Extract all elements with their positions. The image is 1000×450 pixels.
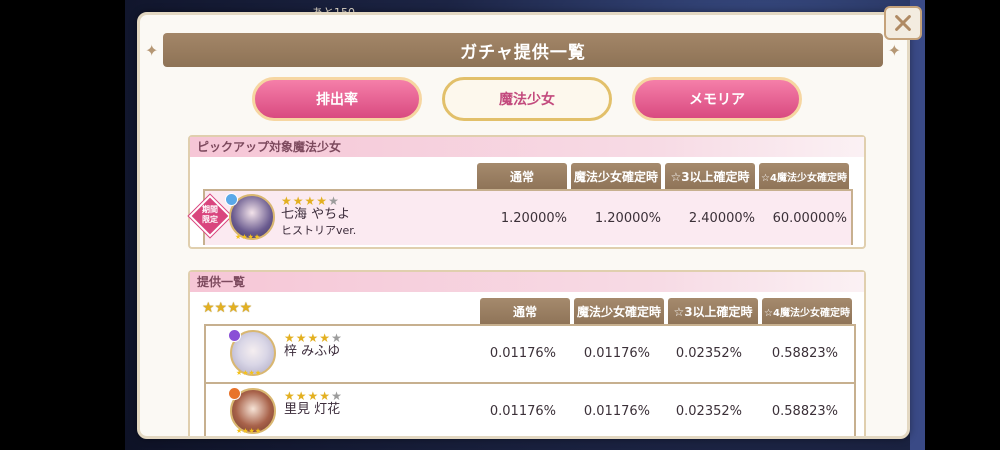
section-title: 提供一覧 — [190, 272, 864, 292]
close-x-icon — [895, 15, 911, 31]
column-header-3star-guaranteed: ☆3以上確定時 — [668, 298, 758, 324]
rate-4star-girl-guaranteed: 0.58823% — [771, 346, 838, 361]
rate-girl-guaranteed: 0.01176% — [583, 404, 650, 419]
column-header-3star-guaranteed: ☆3以上確定時 — [665, 163, 755, 189]
rate-3star-guaranteed: 2.40000% — [688, 211, 755, 226]
rate-3star-guaranteed: 0.02352% — [675, 404, 742, 419]
rarity-group-label: ★★★★ — [202, 300, 253, 316]
column-header-4star-girl-guaranteed: ☆4魔法少女確定時 — [762, 298, 852, 324]
column-header-normal: 通常 — [477, 163, 567, 189]
star-icon: ★ — [307, 389, 319, 403]
tab-rates[interactable]: 排出率 — [252, 77, 422, 121]
rarity-mini-stars: ★★★★ — [236, 427, 262, 435]
rarity-stars: ★ ★ ★ ★ ★ — [284, 332, 342, 344]
pickup-column-headers: 通常 魔法少女確定時 ☆3以上確定時 ☆4魔法少女確定時 — [477, 163, 849, 189]
rate-normal: 0.01176% — [489, 404, 556, 419]
ornament-icon: ✦ — [145, 41, 159, 60]
table-row[interactable]: ★★★★ ★ ★ ★ ★ ★ 梓 みふゆ 0.01176% 0.01176% 0.023… — [204, 324, 856, 382]
rarity-mini-stars: ★★★★ — [235, 233, 261, 241]
gacha-rates-panel: ✦ ガチャ提供一覧 ✦ 排出率 魔法少女 メモリア ピックアップ対象魔法少女 通… — [137, 12, 910, 439]
table-row[interactable]: 期間 限定 ★★★★ ★ ★ ★ ★ ★ 七海 やちよ ヒストリアver. 1.20000… — [188, 189, 853, 245]
star-icon: ★ — [295, 331, 307, 345]
star-icon: ★ — [316, 194, 328, 208]
star-icon: ★ — [304, 194, 316, 208]
table-row[interactable]: ★★★★ ★ ★ ★ ★ ★ 里見 灯花 0.01176% 0.01176% 0.023… — [204, 382, 856, 436]
limited-badge-text: 期間 限定 — [202, 205, 218, 224]
star-icon: ★ — [295, 389, 307, 403]
listing-column-headers: 通常 魔法少女確定時 ☆3以上確定時 ☆4魔法少女確定時 — [480, 298, 852, 324]
rarity-mini-stars: ★★★★ — [236, 369, 262, 377]
star-icon: ★ — [319, 389, 331, 403]
rate-4star-girl-guaranteed: 0.58823% — [771, 404, 838, 419]
column-header-girl-guaranteed: 魔法少女確定時 — [574, 298, 664, 324]
rate-3star-guaranteed: 0.02352% — [675, 346, 742, 361]
star-empty-icon: ★ — [328, 194, 339, 208]
star-empty-icon: ★ — [331, 331, 342, 345]
listing-section: 提供一覧 ★★★★ 通常 魔法少女確定時 ☆3以上確定時 ☆4魔法少女確定時 ★… — [188, 270, 866, 436]
rarity-stars: ★ ★ ★ ★ ★ — [284, 390, 342, 402]
background-edge — [910, 0, 925, 450]
rarity-stars: ★ ★ ★ ★ ★ — [281, 195, 356, 207]
rate-4star-girl-guaranteed: 60.00000% — [772, 211, 847, 226]
title-bar: ✦ ガチャ提供一覧 ✦ — [145, 33, 901, 67]
tab-magical-girls[interactable]: 魔法少女 — [442, 77, 612, 121]
ornament-icon: ✦ — [887, 41, 901, 60]
star-icon: ★ — [284, 331, 295, 345]
column-header-4star-girl-guaranteed: ☆4魔法少女確定時 — [759, 163, 849, 189]
rate-girl-guaranteed: 0.01176% — [583, 346, 650, 361]
rate-girl-guaranteed: 1.20000% — [594, 211, 661, 226]
tab-bar: 排出率 魔法少女 メモリア — [252, 77, 802, 123]
star-icon: ★ — [307, 331, 319, 345]
pickup-section: ピックアップ対象魔法少女 通常 魔法少女確定時 ☆3以上確定時 ☆4魔法少女確定… — [188, 135, 866, 249]
column-header-normal: 通常 — [480, 298, 570, 324]
star-icon: ★ — [292, 194, 304, 208]
rate-normal: 0.01176% — [489, 346, 556, 361]
star-empty-icon: ★ — [331, 389, 342, 403]
character-version: ヒストリアver. — [281, 224, 357, 237]
star-icon: ★ — [319, 331, 331, 345]
column-header-girl-guaranteed: 魔法少女確定時 — [571, 163, 661, 189]
character-name: 七海 やちよ — [281, 207, 351, 222]
rate-normal: 1.20000% — [500, 211, 567, 226]
star-icon: ★ — [281, 194, 292, 208]
page-title: ガチャ提供一覧 — [460, 42, 586, 63]
section-title: ピックアップ対象魔法少女 — [190, 137, 864, 157]
star-icon: ★ — [284, 389, 295, 403]
water-attribute-icon — [225, 193, 238, 206]
fire-attribute-icon — [228, 387, 241, 400]
tab-memoria[interactable]: メモリア — [632, 77, 802, 121]
close-button[interactable] — [884, 6, 922, 40]
character-name: 里見 灯花 — [284, 402, 341, 417]
character-name: 梓 みふゆ — [284, 344, 341, 359]
dark-attribute-icon — [228, 329, 241, 342]
